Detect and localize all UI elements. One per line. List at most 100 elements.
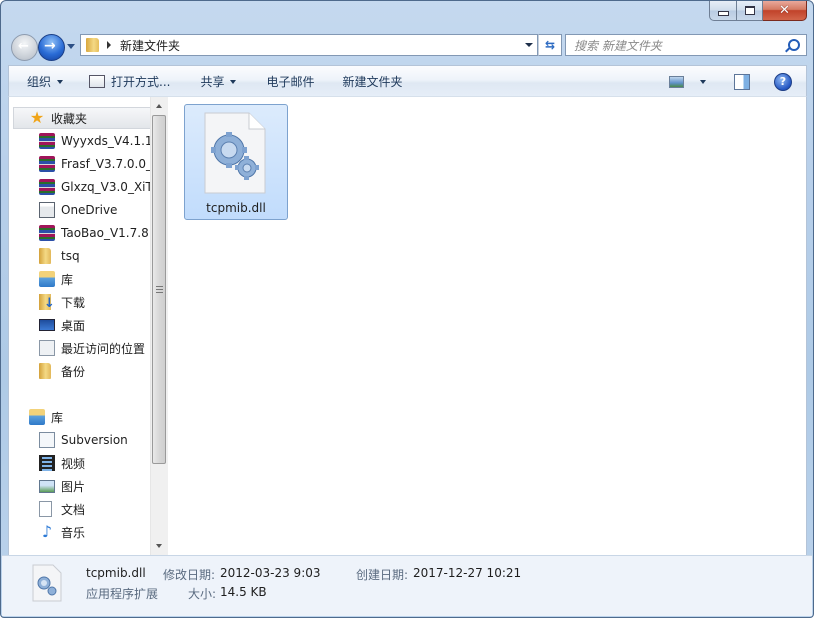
maximize-button[interactable] (737, 1, 763, 21)
open-with-label: 打开方式... (111, 75, 171, 89)
back-button[interactable]: ← (11, 34, 38, 61)
address-bar[interactable]: 新建文件夹 (80, 34, 538, 56)
sidebar-item-label: 库 (61, 272, 74, 287)
view-icon (669, 75, 684, 88)
search-box[interactable]: 搜索 新建文件夹 (565, 34, 807, 56)
window-icon (39, 202, 55, 218)
view-options-dropdown[interactable] (696, 66, 720, 97)
sidebar-item-music[interactable]: ♪ 音乐 (39, 521, 85, 543)
modified-date-value: 2012-03-23 9:03 (220, 566, 321, 580)
back-arrow-icon: ← (18, 39, 29, 54)
sidebar-item-subversion[interactable]: Subversion (39, 429, 128, 451)
sidebar-item-label: 图片 (61, 479, 86, 494)
sidebar-item-label: OneDrive (61, 203, 118, 217)
sidebar-libraries-header[interactable]: 库 (29, 406, 63, 428)
share-label: 共享 (200, 75, 225, 89)
sidebar-item-label: Subversion (61, 433, 128, 447)
rar-archive-icon (39, 179, 55, 195)
details-pane: tcpmib.dll 应用程序扩展 修改日期: 2012-03-23 9:03 … (2, 555, 812, 616)
details-file-type: 应用程序扩展 (86, 587, 159, 601)
chevron-down-icon (700, 79, 706, 84)
help-button[interactable]: ? (764, 66, 806, 97)
library-icon (39, 271, 55, 287)
folder-icon (86, 38, 99, 52)
forward-button[interactable]: → (38, 34, 65, 61)
sidebar-item-label: Frasf_V3.7.0.0_X (61, 157, 150, 171)
sidebar-item-frasf[interactable]: Frasf_V3.7.0.0_X (39, 153, 150, 175)
sidebar-item-downloads[interactable]: 下载 (39, 291, 85, 313)
organize-button[interactable]: 组织 (9, 66, 73, 97)
email-button[interactable]: 电子邮件 (246, 66, 324, 97)
content-area: ★ 收藏夹 Wyyxds_V4.1.1.1 Frasf_V3.7.0.0_X G… (8, 96, 807, 556)
modified-date-label: 修改日期: (163, 568, 216, 582)
sidebar-item-library[interactable]: 库 (39, 268, 73, 290)
subversion-icon (39, 432, 55, 448)
sidebar-item-videos[interactable]: 视频 (39, 452, 85, 474)
sidebar-item-label: 库 (51, 410, 64, 425)
sidebar-item-documents[interactable]: 文档 (39, 498, 85, 520)
new-folder-button[interactable]: 新建文件夹 (325, 66, 413, 97)
change-view-button[interactable] (663, 66, 696, 97)
sidebar-item-label: tsq (61, 249, 80, 263)
open-with-icon (89, 75, 106, 88)
documents-icon (39, 501, 52, 517)
star-icon: ★ (29, 108, 45, 127)
sidebar-item-glxzq[interactable]: Glxzq_V3.0_XiTo (39, 176, 150, 198)
scrollbar-thumb[interactable] (152, 115, 166, 464)
open-with-button[interactable]: 打开方式... (73, 66, 180, 97)
scroll-down-icon[interactable] (156, 544, 162, 548)
preview-pane-button[interactable] (720, 66, 764, 97)
navigation-pane: ★ 收藏夹 Wyyxds_V4.1.1.1 Frasf_V3.7.0.0_X G… (9, 97, 150, 555)
sidebar-item-label: 备份 (61, 364, 86, 379)
caption-buttons: ✕ (709, 1, 807, 21)
preview-pane-icon (734, 73, 750, 90)
share-button[interactable]: 共享 (180, 66, 246, 97)
sidebar-favorites-header[interactable]: ★ 收藏夹 (13, 107, 150, 129)
sidebar-item-taobao[interactable]: TaoBao_V1.7.8. (39, 222, 150, 244)
email-label: 电子邮件 (266, 75, 315, 89)
rar-archive-icon (39, 156, 55, 172)
sidebar-item-label: 音乐 (61, 525, 86, 540)
grip-icon (156, 286, 163, 293)
sidebar-item-desktop[interactable]: 桌面 (39, 314, 85, 336)
sidebar-item-label: TaoBao_V1.7.8. (61, 226, 150, 240)
downloads-icon (39, 294, 55, 311)
search-input[interactable]: 搜索 新建文件夹 (574, 37, 662, 54)
organize-label: 组织 (27, 75, 52, 89)
sidebar-item-recent-places[interactable]: 最近访问的位置 (39, 337, 145, 359)
navigation-scrollbar[interactable] (150, 97, 168, 555)
search-icon[interactable] (788, 39, 800, 51)
sidebar-item-pictures[interactable]: 图片 (39, 475, 85, 497)
sidebar-item-backup[interactable]: 备份 (39, 360, 85, 382)
close-icon: ✕ (779, 3, 790, 18)
close-button[interactable]: ✕ (763, 1, 807, 21)
help-icon: ? (774, 72, 792, 91)
minimize-button[interactable] (709, 1, 737, 21)
breadcrumb-separator-icon[interactable] (107, 41, 111, 49)
new-folder-label: 新建文件夹 (342, 75, 403, 89)
pictures-icon (39, 479, 55, 493)
sidebar-item-tsq[interactable]: tsq (39, 245, 80, 267)
command-bar: 组织 打开方式... 共享 电子邮件 新建文件夹 ? (8, 65, 807, 97)
sidebar-item-label: Wyyxds_V4.1.1.1 (61, 134, 150, 148)
dll-gear-icon (32, 564, 62, 602)
file-item[interactable]: tcpmib.dll (184, 104, 288, 220)
minimize-icon (717, 11, 729, 16)
refresh-icon: ⇆ (544, 38, 556, 52)
sidebar-item-label: 下载 (61, 295, 86, 310)
address-history-dropdown[interactable] (525, 43, 533, 47)
toolbar-right: ? (663, 66, 806, 97)
forward-arrow-icon: → (44, 38, 56, 54)
sidebar-item-label: 视频 (61, 456, 86, 471)
refresh-button[interactable]: ⇆ (538, 34, 562, 56)
sidebar-item-onedrive[interactable]: OneDrive (39, 199, 117, 221)
address-row: ← → 新建文件夹 ⇆ 搜索 新建文件夹 (9, 33, 807, 61)
desktop-icon (39, 319, 55, 331)
sidebar-item-wyyxds[interactable]: Wyyxds_V4.1.1.1 (39, 130, 150, 152)
breadcrumb-item[interactable]: 新建文件夹 (120, 37, 180, 54)
folder-icon (39, 248, 51, 264)
recent-pages-dropdown[interactable] (67, 44, 75, 49)
sidebar-item-label: Glxzq_V3.0_XiTo (61, 180, 150, 194)
scroll-up-icon[interactable] (156, 104, 162, 108)
file-name: tcpmib.dll (206, 201, 266, 215)
